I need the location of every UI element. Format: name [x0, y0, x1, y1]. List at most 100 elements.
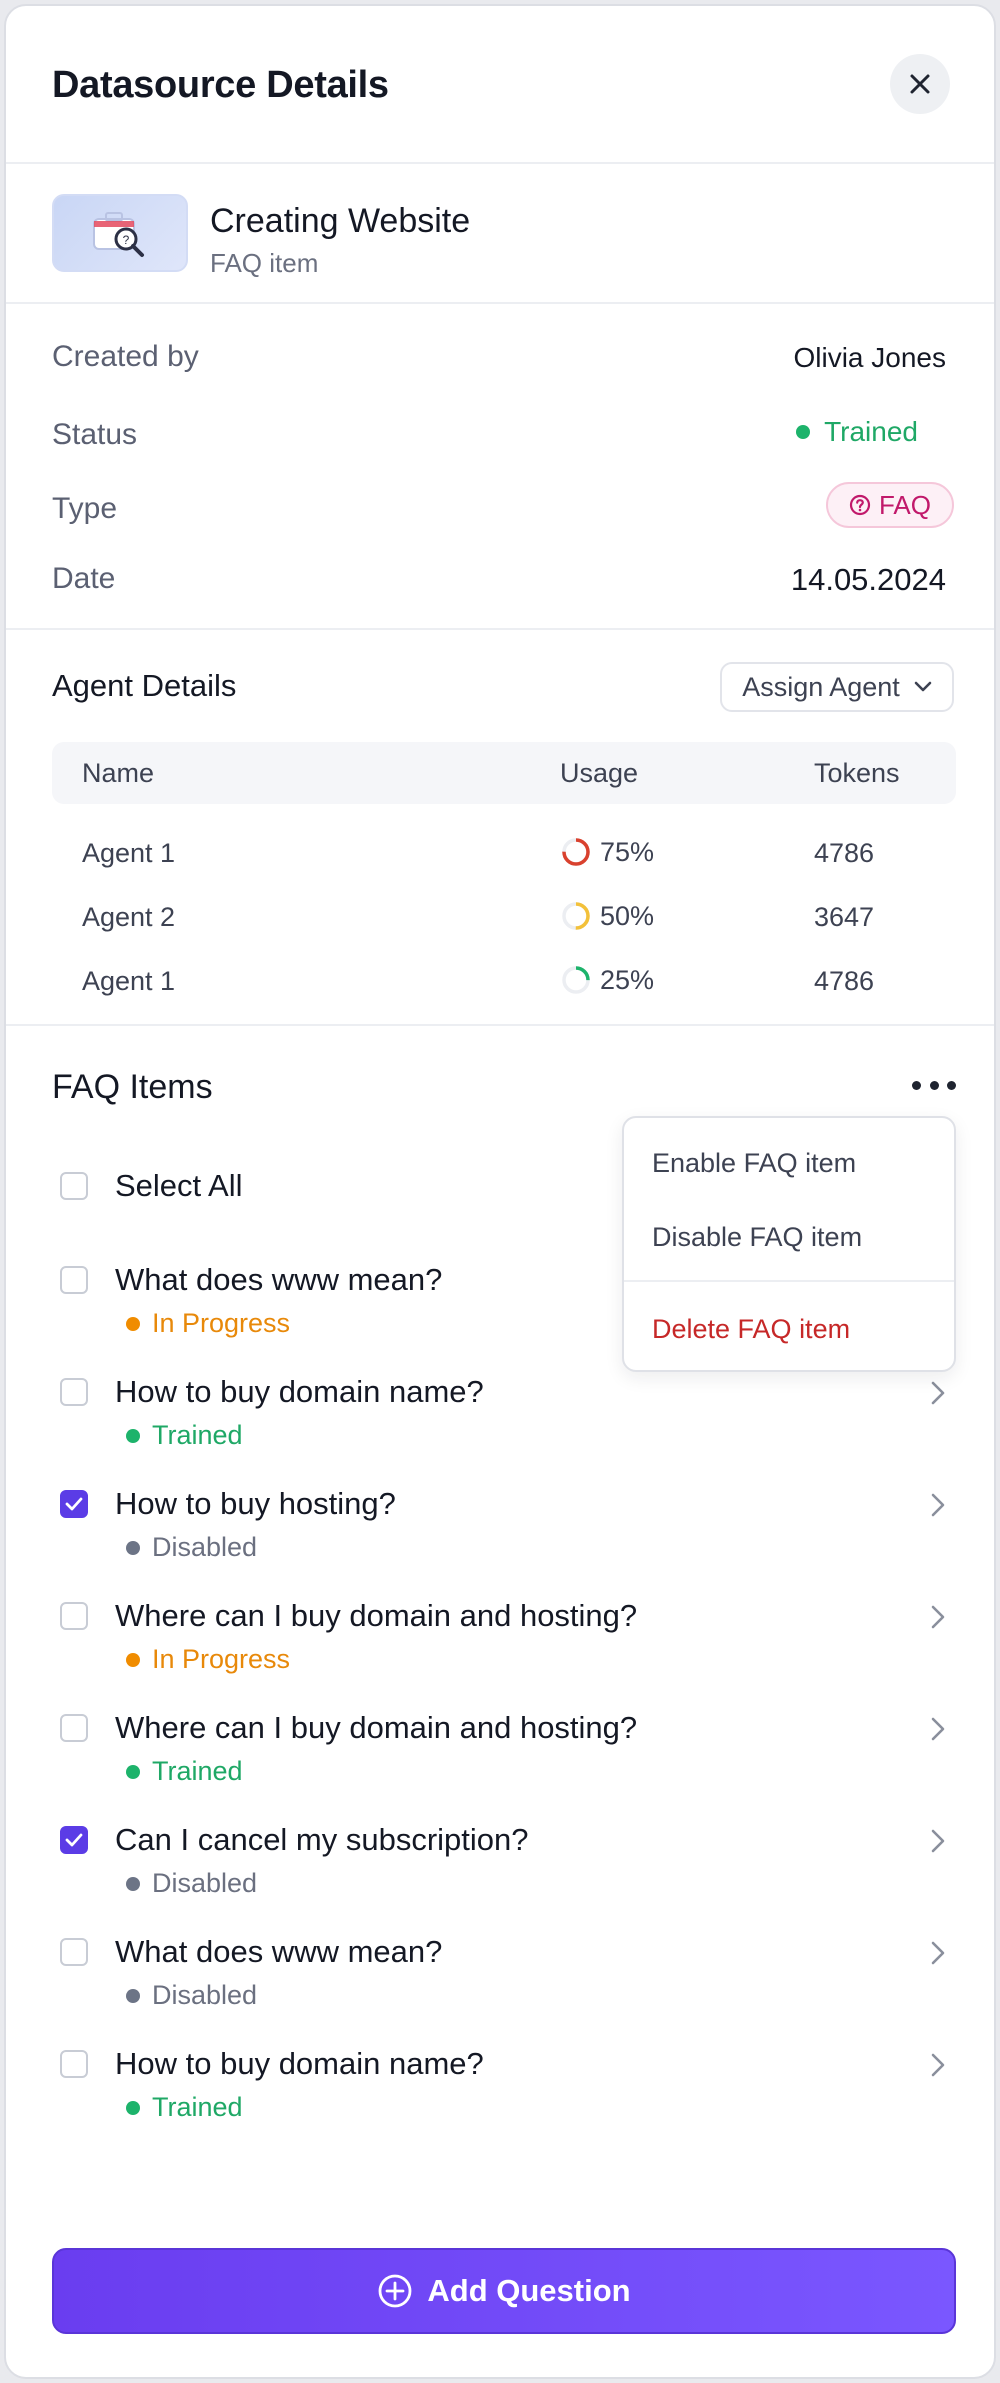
status-badge: Trained [796, 416, 918, 448]
disable-faq-item[interactable]: Disable FAQ item [652, 1222, 862, 1253]
more-options-button[interactable] [912, 1070, 956, 1100]
check-icon [65, 1497, 83, 1511]
type-badge: FAQ [826, 482, 954, 528]
faq-item-checkbox[interactable] [60, 1266, 88, 1294]
faq-status: Trained [126, 2092, 243, 2123]
agent-usage: 75% [560, 836, 654, 868]
faq-status: Disabled [126, 1532, 257, 1563]
column-usage: Usage [560, 758, 639, 788]
datasource-subtitle: FAQ item [210, 248, 319, 278]
datasource-thumbnail: ? [52, 194, 188, 272]
agent-details-title: Agent Details [52, 668, 237, 703]
datasource-name: Creating Website [210, 202, 471, 240]
add-question-button[interactable]: Add Question [52, 2248, 956, 2334]
status-dot [126, 1988, 140, 2003]
divider [6, 628, 994, 630]
faq-question: What does www mean? [115, 1262, 443, 1297]
faq-status-label: In Progress [152, 1644, 291, 1674]
agent-name: Agent 1 [82, 966, 176, 996]
question-circle-icon [849, 494, 871, 516]
faq-item-checkbox[interactable] [60, 1938, 88, 1966]
chevron-right-icon[interactable] [926, 2050, 950, 2080]
menu-divider [624, 1280, 954, 1282]
faq-item-checkbox[interactable] [60, 1490, 88, 1518]
chevron-right-icon[interactable] [926, 1378, 950, 1408]
delete-faq-item[interactable]: Delete FAQ item [652, 1314, 850, 1345]
chevron-right-icon[interactable] [926, 1602, 950, 1632]
column-tokens: Tokens [814, 758, 900, 788]
chevron-right-icon[interactable] [926, 1938, 950, 1968]
faq-item-checkbox[interactable] [60, 1714, 88, 1742]
faq-status: Trained [126, 1420, 243, 1451]
faq-item-checkbox[interactable] [60, 1602, 88, 1630]
date-value: 14.05.2024 [790, 562, 946, 597]
faq-status: Disabled [126, 1980, 257, 2011]
faq-question: What does www mean? [115, 1934, 443, 1969]
faq-question: Where can I buy domain and hosting? [115, 1598, 638, 1633]
faq-status-label: In Progress [152, 1308, 291, 1338]
faq-item-checkbox[interactable] [60, 1826, 88, 1854]
faq-status: In Progress [126, 1308, 290, 1339]
faq-question: How to buy domain name? [115, 2046, 484, 2081]
faq-items-title: FAQ Items [52, 1068, 213, 1106]
faq-status: Trained [126, 1756, 243, 1787]
more-dot [912, 1080, 921, 1090]
enable-faq-item[interactable]: Enable FAQ item [652, 1148, 856, 1179]
usage-value: 50% [600, 900, 655, 931]
status-dot [126, 1876, 140, 1891]
assign-agent-label: Assign Agent [742, 671, 900, 702]
faq-status-label: Disabled [152, 1980, 258, 2010]
divider [6, 302, 994, 304]
faq-status: Disabled [126, 1868, 257, 1899]
select-all-checkbox[interactable] [60, 1172, 88, 1200]
plus-circle-icon [378, 2274, 412, 2308]
column-name: Name [82, 758, 155, 788]
usage-ring-icon [562, 838, 590, 866]
agent-tokens: 3647 [814, 902, 875, 932]
agent-tokens: 4786 [814, 966, 875, 996]
faq-status-label: Disabled [152, 1532, 258, 1562]
chevron-right-icon[interactable] [926, 1490, 950, 1520]
datasource-details-panel: Datasource Details ? Creating Website FA… [4, 4, 996, 2379]
chevron-right-icon[interactable] [926, 1826, 950, 1856]
faq-status-label: Trained [152, 2092, 243, 2122]
agent-usage: 25% [560, 964, 654, 996]
date-label: Date [52, 562, 116, 595]
status-dot [126, 1316, 140, 1331]
faq-status-label: Trained [152, 1420, 243, 1450]
agent-usage: 50% [560, 900, 654, 932]
created-by-value: Olivia Jones [793, 342, 946, 373]
type-value: FAQ [878, 489, 931, 520]
faq-actions-menu: Enable FAQ item Disable FAQ item Delete … [622, 1116, 956, 1372]
faq-item-checkbox[interactable] [60, 1378, 88, 1406]
chevron-down-icon [914, 681, 932, 692]
status-dot [126, 1428, 140, 1443]
select-all-label: Select All [115, 1168, 243, 1203]
divider [6, 162, 994, 164]
usage-value: 25% [600, 964, 655, 995]
chevron-right-icon[interactable] [926, 1714, 950, 1744]
close-icon [910, 74, 930, 94]
briefcase-search-icon: ? [93, 212, 144, 257]
faq-question: Where can I buy domain and hosting? [115, 1710, 638, 1745]
status-dot [126, 1764, 140, 1779]
faq-status-label: Disabled [152, 1868, 258, 1898]
check-icon [65, 1833, 83, 1847]
close-button[interactable] [890, 54, 950, 114]
faq-status-label: Trained [152, 1756, 243, 1786]
type-label: Type [52, 492, 118, 525]
svg-text:?: ? [123, 233, 130, 247]
page-title: Datasource Details [52, 64, 389, 106]
status-dot [796, 425, 811, 439]
faq-question: Can I cancel my subscription? [115, 1822, 529, 1857]
status-value: Trained [824, 416, 918, 447]
faq-status: In Progress [126, 1644, 290, 1675]
usage-ring-icon [562, 902, 590, 930]
status-dot [126, 1652, 140, 1667]
more-dot [947, 1080, 956, 1090]
status-label: Status [52, 418, 138, 451]
faq-item-checkbox[interactable] [60, 2050, 88, 2078]
assign-agent-button[interactable]: Assign Agent [720, 662, 954, 712]
agent-name: Agent 2 [82, 902, 176, 932]
usage-ring-icon [562, 966, 590, 994]
